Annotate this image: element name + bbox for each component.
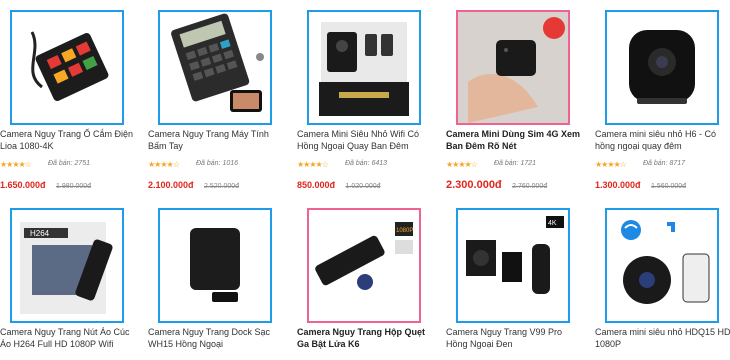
product-title[interactable]: Camera Nguy Trang Máy Tính Bấm Tay	[148, 128, 288, 152]
sold-count: Đã bán: 6413	[345, 160, 388, 167]
product-title[interactable]: Camera Nguy Trang Dock Sạc WH15 Hồng Ngo…	[148, 326, 288, 350]
star-rating: ★★★★☆	[0, 160, 32, 169]
product-image[interactable]	[605, 10, 719, 125]
rating-row: ★★★★☆ Đã bán: 1721	[446, 160, 586, 170]
current-price: 2.100.000đ	[148, 180, 194, 190]
price-row: 1.650.000đ 1.980.000đ	[0, 175, 140, 190]
current-price: 2.300.000đ	[446, 179, 502, 191]
price-row: 2.100.000đ 2.520.000đ	[148, 175, 288, 190]
current-price: 1.650.000đ	[0, 180, 46, 190]
product-title[interactable]: Camera Nguy Trang Hộp Quẹt Ga Bật Lửa K6	[297, 326, 437, 350]
product-title[interactable]: Camera mini siêu nhỏ HDQ15 HD 1080P	[595, 326, 730, 350]
old-price: 1.980.000đ	[56, 183, 92, 190]
product-title[interactable]: Camera Mini Siêu Nhỏ Wifi Có Hồng Ngoại …	[297, 128, 437, 152]
rating-row: ★★★★☆ Đã bán: 8717	[595, 160, 730, 170]
product-title[interactable]: Camera Nguy Trang Nút Áo Cúc Áo H264 Ful…	[0, 326, 140, 350]
product-image[interactable]	[605, 208, 719, 323]
product-grid: Camera Nguy Trang Ổ Cắm Điện Lioa 1080-4…	[0, 0, 730, 360]
star-rating: ★★★★☆	[595, 160, 627, 169]
rating-row: ★★★★☆ Đã bán: 2751	[0, 160, 140, 170]
sold-count: Đã bán: 1016	[196, 160, 239, 167]
sold-count: Đã bán: 1721	[494, 160, 537, 167]
old-price: 1.020.000đ	[345, 183, 381, 190]
box-label: 4K	[548, 220, 557, 227]
current-price: 1.300.000đ	[595, 180, 641, 190]
product-image[interactable]	[158, 208, 272, 323]
star-rating: ★★★★☆	[148, 160, 180, 169]
price-row: 1.300.000đ 1.560.000đ	[595, 175, 730, 190]
box-label: 1080P	[396, 228, 413, 234]
product-image[interactable]	[456, 10, 570, 125]
product-title[interactable]: Camera mini siêu nhỏ H6 - Có hồng ngoại …	[595, 128, 730, 152]
rating-row: ★★★★☆ Đã bán: 6413	[297, 160, 437, 170]
product-image[interactable]	[158, 10, 272, 125]
star-rating: ★★★★☆	[446, 160, 478, 169]
product-title[interactable]: Camera Mini Dùng Sim 4G Xem Ban Đêm Rõ N…	[446, 128, 586, 152]
product-title[interactable]: Camera Nguy Trang Ổ Cắm Điện Lioa 1080-4…	[0, 128, 140, 152]
box-label: H264	[30, 229, 50, 238]
product-image[interactable]	[307, 10, 421, 125]
current-price: 850.000đ	[297, 180, 336, 190]
product-image[interactable]	[10, 10, 124, 125]
product-title[interactable]: Camera Nguy Trang V99 Pro Hồng Ngoại Đen	[446, 326, 586, 350]
old-price: 2.520.000đ	[204, 183, 240, 190]
price-row: 850.000đ 1.020.000đ	[297, 175, 437, 190]
product-image[interactable]: 4K	[456, 208, 570, 323]
sold-count: Đã bán: 8717	[643, 160, 686, 167]
rating-row: ★★★★☆ Đã bán: 1016	[148, 160, 288, 170]
price-row: 2.300.000đ 2.760.000đ	[446, 175, 586, 191]
product-image[interactable]: H264	[10, 208, 124, 323]
star-rating: ★★★★☆	[297, 160, 329, 169]
old-price: 2.760.000đ	[512, 183, 548, 190]
old-price: 1.560.000đ	[651, 183, 687, 190]
product-image[interactable]: 1080P	[307, 208, 421, 323]
sold-count: Đã bán: 2751	[48, 160, 91, 167]
